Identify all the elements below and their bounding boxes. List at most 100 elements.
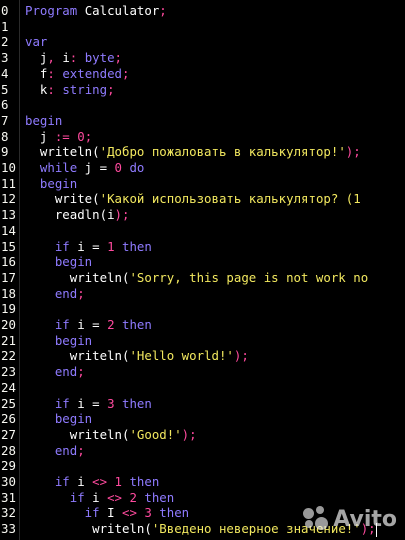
- watermark-text: Avito: [333, 506, 397, 532]
- code-line[interactable]: 5 k: string;: [0, 82, 405, 98]
- code-token: :: [47, 65, 63, 81]
- code-token: j: [25, 50, 48, 66]
- code-text: f: extended;: [25, 65, 130, 82]
- avito-watermark: Avito: [303, 506, 397, 532]
- code-line[interactable]: 16 begin: [0, 254, 405, 270]
- code-token: 'Good!': [129, 426, 182, 442]
- code-line[interactable]: 29: [0, 458, 405, 474]
- code-text: writeln('Good!');: [25, 427, 197, 443]
- code-line[interactable]: 22 writeln('Hello world!');: [0, 348, 405, 364]
- code-token: ;: [84, 128, 93, 144]
- code-token: 2: [107, 317, 115, 332]
- code-token: write(: [25, 191, 100, 207]
- code-line[interactable]: 1: [0, 19, 405, 35]
- code-token: end: [25, 285, 78, 301]
- line-number: 25: [1, 395, 16, 411]
- code-token: end: [25, 364, 78, 380]
- code-text: var: [25, 34, 47, 50]
- code-token: <> 3: [122, 505, 152, 521]
- code-token: readln(: [25, 207, 108, 223]
- code-token: );: [114, 207, 130, 223]
- code-token: 0: [114, 160, 122, 175]
- code-token: ;: [107, 81, 115, 97]
- code-token: );: [345, 144, 361, 160]
- code-line[interactable]: 21 begin: [0, 333, 405, 349]
- code-line[interactable]: 4 f: extended;: [0, 66, 405, 82]
- code-token: i: [84, 489, 108, 505]
- code-line[interactable]: 2 var: [0, 34, 405, 50]
- code-token: then: [114, 238, 152, 254]
- code-line[interactable]: 27 writeln('Good!');: [0, 427, 405, 443]
- code-line[interactable]: 25 if i = 3 then: [0, 396, 405, 412]
- line-number: 4: [1, 65, 9, 81]
- code-token: do: [122, 160, 145, 175]
- line-number: 33: [1, 521, 16, 537]
- code-token: j: [25, 128, 55, 144]
- code-line[interactable]: 23 end;: [0, 364, 405, 380]
- code-line[interactable]: 9 writeln('Добро пожаловать в калькулято…: [0, 144, 405, 160]
- line-number: 5: [1, 81, 9, 97]
- line-number: 24: [1, 379, 16, 395]
- code-line[interactable]: 6: [0, 97, 405, 113]
- code-token: end: [25, 442, 78, 458]
- code-token: I: [99, 505, 122, 521]
- code-text: begin: [25, 333, 92, 349]
- line-number: 2: [1, 34, 9, 50]
- code-text: writeln('Добро пожаловать в калькулятор!…: [25, 144, 361, 160]
- code-line[interactable]: 14: [0, 223, 405, 239]
- code-token: if: [25, 505, 100, 521]
- code-text: end;: [25, 286, 85, 302]
- code-line[interactable]: 31 if i <> 2 then: [0, 490, 405, 506]
- line-number: 1: [1, 18, 9, 34]
- code-token: while: [25, 160, 78, 175]
- code-text: end;: [25, 443, 85, 459]
- code-token: if: [25, 317, 70, 332]
- code-token: 'Hello world!': [129, 348, 234, 364]
- code-token: writeln(: [25, 269, 130, 285]
- code-token: then: [122, 474, 160, 489]
- line-number: 27: [1, 426, 16, 442]
- code-text: if i = 1 then: [25, 239, 152, 255]
- line-number: 22: [1, 348, 16, 364]
- code-token: 'Добро пожаловать в калькулятор!': [99, 144, 346, 160]
- code-line[interactable]: 20 if i = 2 then: [0, 317, 405, 333]
- code-line[interactable]: 3 j, i: byte;: [0, 50, 405, 66]
- code-line[interactable]: 0 Program Calculator;: [0, 3, 405, 19]
- code-token: ;: [77, 364, 85, 380]
- code-line[interactable]: 7 begin: [0, 113, 405, 129]
- code-line[interactable]: 28 end;: [0, 443, 405, 459]
- code-token: ;: [114, 50, 123, 66]
- code-token: 3: [107, 395, 115, 411]
- code-line[interactable]: 13 readln(i);: [0, 207, 405, 223]
- code-text: if i = 3 then: [25, 396, 152, 412]
- code-token: i: [62, 50, 70, 66]
- code-line[interactable]: 8 j := 0;: [0, 129, 405, 145]
- code-text: writeln('Sorry, this page is not work no: [25, 270, 368, 286]
- code-token: begin: [25, 112, 63, 128]
- line-number: 29: [1, 458, 16, 474]
- code-token: :: [47, 81, 63, 97]
- code-token: i =: [69, 317, 108, 332]
- line-number: 28: [1, 442, 16, 458]
- code-text: begin: [25, 411, 92, 427]
- code-line[interactable]: 12 write('Какой использовать калькулятор…: [0, 191, 405, 207]
- code-token: then: [114, 317, 152, 332]
- code-line[interactable]: 30 if i <> 1 then: [0, 474, 405, 490]
- code-token: if: [25, 395, 70, 411]
- code-editor[interactable]: 0 Program Calculator; 1 2 var 3 j, i: byte; 4 …: [0, 0, 405, 540]
- code-token: i: [107, 207, 115, 223]
- code-line[interactable]: 24: [0, 380, 405, 396]
- code-line[interactable]: 19: [0, 301, 405, 317]
- line-number: 15: [1, 238, 16, 254]
- code-line[interactable]: 26 begin: [0, 411, 405, 427]
- code-text: if i <> 1 then: [25, 474, 159, 490]
- code-line[interactable]: 10 while j = 0 do: [0, 160, 405, 176]
- code-line[interactable]: 17 writeln('Sorry, this page is not work…: [0, 270, 405, 286]
- code-line[interactable]: 11 begin: [0, 176, 405, 192]
- code-line[interactable]: 15 if i = 1 then: [0, 239, 405, 255]
- code-line[interactable]: 18 end;: [0, 286, 405, 302]
- code-text: if I <> 3 then: [25, 505, 189, 521]
- code-token: := 0: [54, 128, 85, 144]
- line-number: 7: [1, 112, 9, 128]
- code-token: string: [62, 81, 108, 97]
